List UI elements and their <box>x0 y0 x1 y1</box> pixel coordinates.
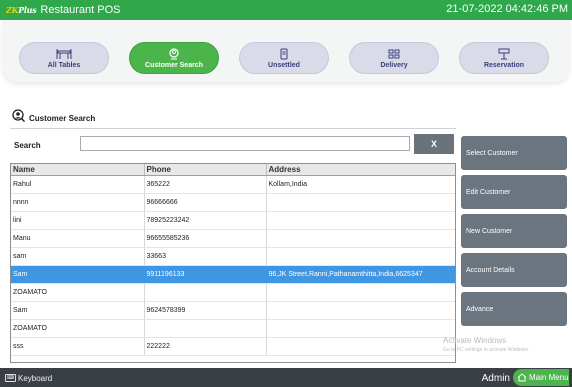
edit-customer-button[interactable]: Edit Customer <box>461 175 567 209</box>
column-header-name[interactable]: Name <box>11 164 145 176</box>
activation-watermark-hint: Go to PC settings to activate Windows. <box>443 347 530 353</box>
table-header-row: Name Phone Address <box>11 164 455 176</box>
column-header-address[interactable]: Address <box>266 164 455 176</box>
cell-phone: 33663 <box>144 247 267 266</box>
keyboard-label: Keyboard <box>18 373 53 383</box>
cell-name: nnnn <box>11 193 145 212</box>
cell-name: Rahul <box>11 175 145 194</box>
cell-phone: 9624578399 <box>144 301 267 320</box>
cell-address <box>266 247 455 266</box>
customer-search-icon <box>166 47 182 60</box>
cell-address <box>266 229 455 248</box>
clear-search-button[interactable]: X <box>414 134 454 154</box>
table-row[interactable]: ZOAMATO <box>11 283 455 302</box>
tab-label: All Tables <box>47 61 81 69</box>
activation-watermark: Activate Windows <box>443 336 507 345</box>
cell-phone: 96666666 <box>144 193 267 212</box>
section-title: Customer Search <box>29 113 96 123</box>
cell-address <box>266 301 455 320</box>
cell-phone <box>144 319 267 338</box>
cell-name: ZOAMATO <box>11 319 145 338</box>
tab-label: Customer Search <box>145 61 203 69</box>
table-row[interactable]: Manu 96655585236 <box>11 229 455 248</box>
select-customer-button[interactable]: Select Customer <box>461 136 567 170</box>
table-row[interactable]: Rahul 365222 Kollam,India <box>11 175 455 194</box>
cell-address <box>266 211 455 230</box>
cell-phone: 9911196133 <box>144 265 267 284</box>
section-header: Customer Search <box>12 109 96 127</box>
keyboard-icon: ⌨ <box>5 374 16 382</box>
cell-address: Kollam,India <box>266 175 455 194</box>
table-row[interactable]: lini 78925223242 <box>11 211 455 230</box>
cell-name: Manu <box>11 229 145 248</box>
tab-delivery[interactable]: Delivery <box>349 42 439 74</box>
cell-phone <box>144 283 267 302</box>
advance-button[interactable]: Advance <box>461 292 567 326</box>
cell-name: Sam <box>11 301 145 320</box>
datetime-display: 21-07-2022 04:42:46 PM <box>446 3 568 15</box>
customer-search-icon <box>12 109 26 127</box>
main-menu-label: Main Menu <box>529 373 569 382</box>
reservation-icon <box>496 48 512 60</box>
pos-window: ZKPlus Restaurant POS 21-07-2022 04:42:4… <box>0 0 572 387</box>
cell-address <box>266 193 455 212</box>
table-row[interactable]: Sam 9624578399 <box>11 301 455 320</box>
receipt-icon <box>276 48 292 60</box>
cell-address: 96,JK Street,Ranni,Pathanamthitta,India,… <box>266 265 455 284</box>
search-input[interactable] <box>80 136 410 151</box>
delivery-icon <box>386 48 402 60</box>
cell-address <box>266 319 455 338</box>
column-header-phone[interactable]: Phone <box>144 164 267 176</box>
tab-label: Delivery <box>380 61 408 69</box>
cell-phone: 96655585236 <box>144 229 267 248</box>
tab-label: Unsettled <box>268 61 300 69</box>
table-row[interactable]: sss 222222 <box>11 337 455 356</box>
nav-bar: All Tables Customer Search Unsettled Del… <box>2 20 570 82</box>
cell-address <box>266 337 455 356</box>
cell-name: Sam <box>11 265 145 284</box>
tab-all-tables[interactable]: All Tables <box>19 42 109 74</box>
search-label: Search <box>14 141 41 150</box>
table-row[interactable]: Sam 9911196133 96,JK Street,Ranni,Pathanam… <box>11 265 455 284</box>
cell-phone: 78925223242 <box>144 211 267 230</box>
tab-customer-search[interactable]: Customer Search <box>129 42 219 74</box>
user-label: Admin <box>481 373 510 384</box>
tab-label: Reservation <box>483 61 525 69</box>
home-icon <box>517 373 527 382</box>
account-details-button[interactable]: Account Details <box>461 253 567 287</box>
title-bar: ZKPlus Restaurant POS 21-07-2022 04:42:4… <box>0 0 572 20</box>
table-row[interactable]: nnnn 96666666 <box>11 193 455 212</box>
cell-name: sss <box>11 337 145 356</box>
cell-address <box>266 283 455 302</box>
cell-name: lini <box>11 211 145 230</box>
cell-phone: 222222 <box>144 337 267 356</box>
table-row[interactable]: sam 33663 <box>11 247 455 266</box>
app-logo: ZKPlus <box>6 5 37 15</box>
main-menu-button[interactable]: Main Menu <box>513 369 569 386</box>
table-row[interactable]: ZOAMATO <box>11 319 455 338</box>
tab-reservation[interactable]: Reservation <box>459 42 549 74</box>
cell-name: sam <box>11 247 145 266</box>
keyboard-button[interactable]: ⌨ Keyboard <box>5 372 52 384</box>
customer-table: Name Phone Address Rahul 365222 Kollam,Ind… <box>10 163 456 363</box>
cell-phone: 365222 <box>144 175 267 194</box>
new-customer-button[interactable]: New Customer <box>461 214 567 248</box>
bottom-bar: ⌨ Keyboard Admin Main Menu <box>0 368 572 387</box>
section-divider <box>10 128 456 129</box>
tab-unsettled[interactable]: Unsettled <box>239 42 329 74</box>
app-title: Restaurant POS <box>40 4 121 16</box>
table-icon <box>56 48 72 60</box>
cell-name: ZOAMATO <box>11 283 145 302</box>
